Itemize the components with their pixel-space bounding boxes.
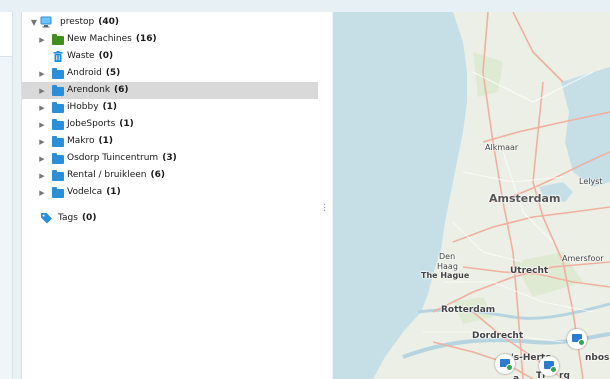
tree-item-count: (16): [135, 34, 157, 44]
folder-icon: [52, 85, 64, 96]
tree-item-count: (6): [114, 85, 129, 95]
top-bar: [0, 0, 610, 12]
green-folder-icon: [52, 34, 64, 45]
city-label-s-hertogenbosch-end: nbos: [585, 353, 610, 363]
tree-item-ihobby[interactable]: ▶ iHobby (1): [22, 99, 318, 116]
status-ok-icon: [550, 366, 557, 373]
tree-item-count: (5): [105, 68, 121, 78]
folder-icon: [52, 187, 64, 198]
computer-icon: [40, 16, 52, 28]
machine-marker-1[interactable]: [567, 329, 587, 349]
status-ok-icon: [506, 364, 513, 371]
tree-item-count: (6): [150, 170, 166, 180]
collapsed-caret-icon[interactable]: ▶: [38, 86, 46, 95]
machine-marker-3[interactable]: [539, 356, 559, 376]
tree-item-count: (1): [106, 187, 121, 197]
city-label-tilburg-end: rg: [559, 371, 570, 379]
collapsed-caret-icon[interactable]: ▶: [38, 120, 46, 129]
splitter-grip-icon[interactable]: · · ·: [323, 201, 326, 217]
tree-root-count: (40): [98, 17, 119, 27]
tag-icon: [41, 213, 52, 224]
left-sidebar-strip: [0, 12, 13, 379]
collapsed-caret-icon[interactable]: ▶: [38, 171, 46, 180]
tree-root-prestop[interactable]: ▼ prestop (40): [22, 14, 318, 31]
tree-item-label: Makro: [67, 136, 95, 146]
tree-item-count: (1): [98, 136, 114, 146]
city-label-den: Den: [439, 252, 456, 261]
tree-item-label: Android: [67, 68, 102, 78]
folder-icon: [52, 153, 64, 164]
tree-item-label: Arendonk: [67, 85, 111, 95]
tree-item-label: Tags: [58, 213, 78, 223]
tree-item-count: (1): [102, 102, 118, 112]
status-ok-icon: [578, 339, 585, 346]
tree-item-label: iHobby: [67, 102, 99, 112]
tree-item-label: Rental / bruikleen: [67, 170, 147, 180]
city-label-amersfoort: Amersfoor: [562, 254, 604, 263]
collapsed-caret-icon[interactable]: ▶: [38, 69, 46, 78]
collapsed-caret-icon[interactable]: ▶: [38, 35, 46, 44]
folder-icon: [52, 170, 64, 181]
tree-item-count: (0): [81, 213, 97, 223]
collapsed-caret-icon[interactable]: ▶: [38, 154, 46, 163]
tree-item-count: (0): [98, 51, 114, 61]
tree-item-arendonk[interactable]: ▶ Arendonk (6): [22, 82, 318, 99]
panel-splitter[interactable]: · · ·: [318, 12, 332, 379]
tree-item-jobesports[interactable]: ▶ JobeSports (1): [22, 116, 318, 133]
city-label-utrecht: Utrecht: [510, 266, 549, 276]
tree-item-new-machines[interactable]: ▶ New Machines (16): [22, 31, 318, 48]
tree-item-label: Waste: [67, 51, 95, 61]
collapsed-caret-icon[interactable]: ▶: [38, 137, 46, 146]
city-label-dordrecht: Dordrecht: [472, 331, 524, 341]
tree-item-label: Vodelca: [67, 187, 103, 197]
device-tree-panel: ▼ prestop (40) ▶ New Machines (16) Waste (0…: [21, 12, 319, 379]
folder-icon: [52, 68, 64, 79]
expanded-caret-icon[interactable]: ▼: [30, 18, 38, 27]
tree-item-vodelca[interactable]: ▶ Vodelca (1): [22, 184, 318, 201]
folder-icon: [52, 119, 64, 130]
folder-icon: [52, 136, 64, 147]
tree-root-label: prestop: [60, 17, 95, 27]
tree-item-label: Osdorp Tuincentrum: [67, 153, 159, 163]
tree-item-count: (1): [119, 119, 134, 129]
tree-item-android[interactable]: ▶ Android (5): [22, 65, 318, 82]
city-label-alkmaar: Alkmaar: [485, 143, 519, 152]
tree-item-label: New Machines: [67, 34, 132, 44]
tree-item-label: JobeSports: [67, 119, 116, 129]
city-label-partial: a: [513, 374, 520, 379]
tree-item-rental-bruikleen[interactable]: ▶ Rental / bruikleen (6): [22, 167, 318, 184]
tree-item-waste[interactable]: Waste (0): [22, 48, 318, 65]
folder-icon: [52, 102, 64, 113]
city-label-the-hague: The Hague: [421, 271, 470, 280]
collapsed-caret-icon[interactable]: ▶: [38, 103, 46, 112]
trash-icon: [53, 51, 63, 62]
map-canvas[interactable]: [333, 12, 610, 379]
tree-item-count: (3): [162, 153, 177, 163]
collapsed-caret-icon[interactable]: ▶: [38, 188, 46, 197]
tree-item-makro[interactable]: ▶ Makro (1): [22, 133, 318, 150]
machine-marker-2[interactable]: [495, 354, 515, 374]
tree-item-tags[interactable]: Tags (0): [22, 210, 318, 227]
left-sidebar-header: [0, 12, 12, 57]
city-label-lelystad: Lelyst: [579, 177, 603, 186]
city-label-amsterdam: Amsterdam: [489, 192, 561, 205]
map-view[interactable]: Alkmaar Amsterdam Lelyst Den Haag The Ha…: [333, 12, 610, 379]
city-label-rotterdam: Rotterdam: [441, 305, 496, 315]
tree-item-osdorp-tuincentrum[interactable]: ▶ Osdorp Tuincentrum (3): [22, 150, 318, 167]
